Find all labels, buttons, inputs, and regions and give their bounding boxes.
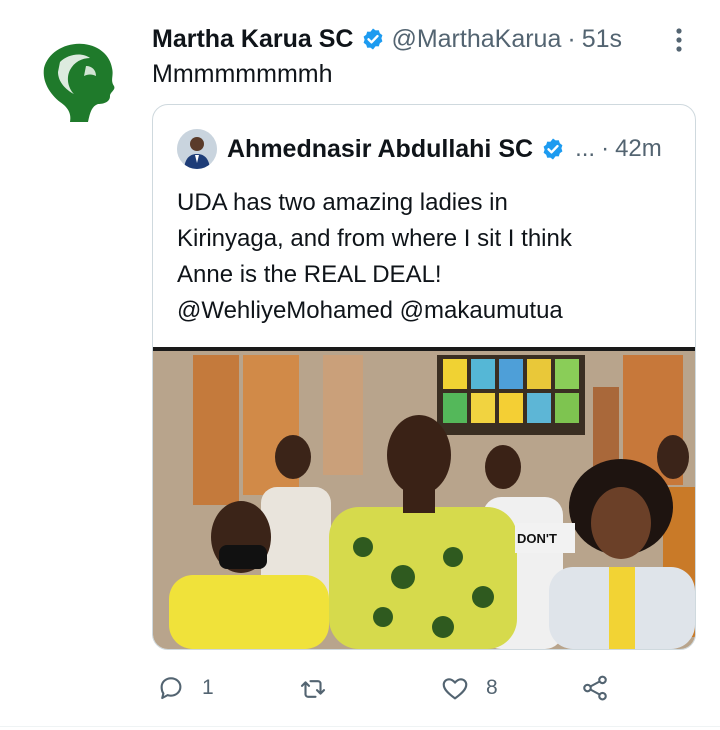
quoted-tweet-timestamp[interactable]: 42m <box>615 135 662 163</box>
author-name[interactable]: Martha Karua SC <box>152 25 353 54</box>
author-avatar[interactable] <box>30 32 124 126</box>
reply-button[interactable]: 1 <box>156 666 214 710</box>
quoted-author-handle[interactable]: ... <box>575 135 595 163</box>
like-icon <box>442 678 468 700</box>
reply-count: 1 <box>202 676 214 699</box>
quoted-tweet-text: UDA has two amazing ladies in Kirinyaga,… <box>177 185 677 329</box>
quoted-tweet-header: Ahmednasir Abdullahi SC ... · 42m <box>227 131 662 167</box>
quoted-tweet-card[interactable]: Ahmednasir Abdullahi SC ... · 42m UDA ha… <box>152 104 696 650</box>
share-icon <box>583 675 607 701</box>
verified-badge-icon <box>541 137 565 161</box>
separator-dot: · <box>601 135 610 162</box>
separator-dot: · <box>567 24 576 53</box>
tweet-action-bar: 1 8 <box>0 666 720 710</box>
more-options-icon[interactable] <box>672 26 686 54</box>
quoted-tweet-photo[interactable]: DON'T <box>153 347 695 649</box>
reply-icon <box>160 677 182 700</box>
share-button[interactable] <box>580 666 610 710</box>
verified-badge-icon <box>361 27 385 51</box>
quoted-text-line: @WehliyeMohamed @makaumutua <box>177 297 563 324</box>
tweet-timestamp[interactable]: 51s <box>582 25 622 54</box>
quoted-text-line: Anne is the REAL DEAL! <box>177 261 442 288</box>
quoted-author-avatar[interactable] <box>177 129 217 169</box>
tweet-header: Martha Karua SC @MarthaKarua · 51s <box>152 22 622 56</box>
quoted-text-line: Kirinyaga, and from where I sit I think <box>177 225 572 252</box>
author-handle[interactable]: @MarthaKarua <box>391 25 561 54</box>
quoted-author-name[interactable]: Ahmednasir Abdullahi SC <box>227 135 533 164</box>
tweet-divider <box>0 726 720 727</box>
quoted-text-line: UDA has two amazing ladies in <box>177 189 508 216</box>
photo-shirt-text: DON'T <box>517 531 557 546</box>
retweet-button[interactable] <box>298 666 328 710</box>
like-button[interactable]: 8 <box>440 666 498 710</box>
like-count: 8 <box>486 676 498 699</box>
tweet-text: Mmmmmmmmh <box>152 60 333 88</box>
retweet-icon <box>300 680 326 698</box>
author-logo-image <box>43 43 115 122</box>
tweet[interactable]: Martha Karua SC @MarthaKarua · 51s Mmmmm… <box>0 0 720 730</box>
